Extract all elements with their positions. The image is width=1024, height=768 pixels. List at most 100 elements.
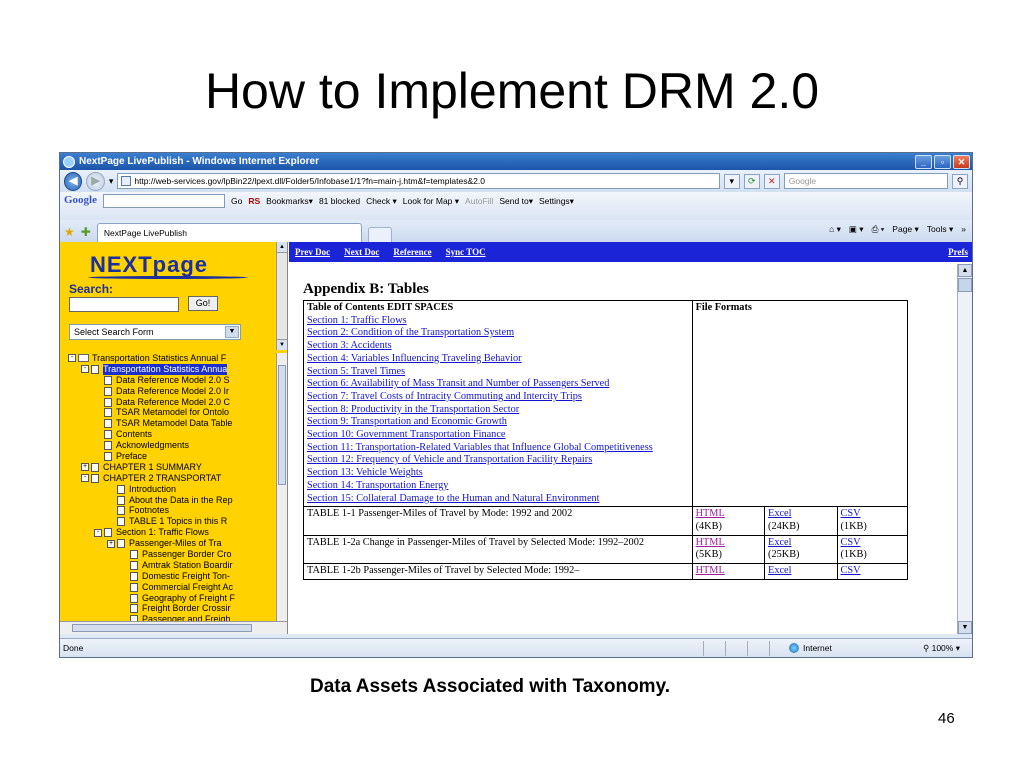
tree-item[interactable]: About the Data in the Rep [60, 495, 276, 506]
html-link[interactable]: HTML [696, 565, 725, 576]
tree-item[interactable]: + CHAPTER 1 SUMMARY [60, 462, 276, 473]
tree-item[interactable]: Preface [60, 451, 276, 462]
doc-vertical-scrollbar[interactable]: ▲ ▼ [957, 264, 972, 634]
html-link[interactable]: HTML [696, 537, 725, 548]
toc-section-link[interactable]: Section 5: Travel Times [307, 366, 405, 377]
page-menu[interactable]: Page ▾ [892, 224, 918, 235]
scroll-up-icon[interactable]: ▲ [277, 242, 287, 253]
collapse-icon[interactable]: - [81, 474, 89, 483]
favorites-star-icon[interactable]: ★ [64, 222, 75, 242]
tree-scroll-thumb[interactable] [278, 365, 286, 485]
toc-section-link[interactable]: Section 12: Frequency of Vehicle and Tra… [307, 454, 592, 465]
collapse-icon[interactable]: - [81, 365, 89, 374]
tree-item[interactable]: Commercial Freight Ac [60, 582, 276, 593]
toc-section-link[interactable]: Section 6: Availability of Mass Transit … [307, 378, 609, 389]
search-icon[interactable]: ⚲ [952, 173, 968, 189]
tree-item[interactable]: - CHAPTER 2 TRANSPORTAT [60, 473, 276, 484]
csv-link[interactable]: CSV [841, 508, 861, 519]
tree-item[interactable]: Passenger Border Cro [60, 549, 276, 560]
tree-item[interactable]: + Passenger-Miles of Tra [60, 538, 276, 549]
google-search-input[interactable] [103, 194, 225, 208]
rs-button[interactable]: RS [248, 194, 260, 208]
csv-link[interactable]: CSV [841, 565, 861, 576]
tree-horizontal-scrollbar[interactable] [60, 621, 287, 634]
toc-section-link[interactable]: Section 1: Traffic Flows [307, 315, 407, 326]
tree-item[interactable]: TABLE 1 Topics in this R [60, 516, 276, 527]
minimize-button[interactable]: _ [915, 154, 932, 169]
toc-section-link[interactable]: Section 7: Travel Costs of Intracity Com… [307, 391, 582, 402]
scroll-down-icon[interactable]: ▼ [277, 339, 287, 350]
zoom-control[interactable]: ⚲ 100% ▾ [923, 643, 960, 654]
tree-item[interactable]: Data Reference Model 2.0 S [60, 375, 276, 386]
collapse-icon[interactable]: - [94, 528, 102, 537]
html-link[interactable]: HTML [696, 508, 725, 519]
forward-button[interactable]: ▶ [86, 171, 105, 191]
toc-section-link[interactable]: Section 2: Condition of the Transportati… [307, 327, 514, 338]
feeds-icon[interactable]: ▣ ▾ [849, 224, 864, 235]
tree-item[interactable]: Data Reference Model 2.0 C [60, 397, 276, 408]
left-search-input[interactable] [69, 297, 179, 312]
toc-section-link[interactable]: Section 9: Transportation and Economic G… [307, 416, 507, 427]
toc-section-link[interactable]: Section 3: Accidents [307, 340, 392, 351]
look-for-map-button[interactable]: Look for Map ▾ [403, 194, 459, 208]
tree-item[interactable]: Footnotes [60, 505, 276, 516]
tree-item[interactable]: Freight Border Crossir [60, 603, 276, 614]
tree-item[interactable]: Contents [60, 429, 276, 440]
toc-section-link[interactable]: Section 4: Variables Influencing Traveli… [307, 353, 522, 364]
tree-item[interactable]: - Transportation Statistics Annua [60, 363, 276, 375]
prefs-link[interactable]: Prefs [948, 247, 968, 257]
tree-item[interactable]: TSAR Metamodel for Ontolo [60, 407, 276, 418]
tree-item[interactable]: Amtrak Station Boardir [60, 560, 276, 571]
tree-item[interactable]: Data Reference Model 2.0 Ir [60, 386, 276, 397]
reference-link[interactable]: Reference [393, 247, 431, 257]
tree-item[interactable]: Domestic Freight Ton- [60, 571, 276, 582]
tree-item[interactable]: TSAR Metamodel Data Table [60, 418, 276, 429]
go-button[interactable]: Go! [188, 296, 218, 311]
expand-icon[interactable]: + [81, 463, 89, 472]
scroll-up-icon[interactable]: ▲ [958, 264, 972, 277]
home-icon[interactable]: ⌂ ▾ [829, 224, 841, 235]
send-to-button[interactable]: Send to▾ [499, 194, 533, 208]
scroll-down-icon[interactable]: ▼ [958, 621, 972, 634]
maximize-button[interactable]: ▫ [934, 154, 951, 169]
expand-icon[interactable]: + [107, 539, 115, 548]
spell-check-button[interactable]: Check ▾ [366, 194, 397, 208]
toc-section-link[interactable]: Section 13: Vehicle Weights [307, 467, 423, 478]
excel-link[interactable]: Excel [768, 508, 791, 519]
toc-section-link[interactable]: Section 10: Government Transportation Fi… [307, 429, 505, 440]
stop-icon[interactable]: ✕ [763, 173, 780, 189]
back-button[interactable]: ◀ [64, 171, 83, 191]
google-go-button[interactable]: Go [231, 194, 242, 208]
tools-menu[interactable]: Tools ▾ [927, 224, 953, 235]
next-doc-link[interactable]: Next Doc [344, 247, 379, 257]
print-icon[interactable]: ⎙ ▾ [872, 224, 885, 235]
excel-link[interactable]: Excel [768, 537, 791, 548]
tree-item[interactable]: Acknowledgments [60, 440, 276, 451]
toc-section-link[interactable]: Section 8: Productivity in the Transport… [307, 404, 519, 415]
tab-nextpage[interactable]: NextPage LivePublish [96, 223, 362, 242]
csv-link[interactable]: CSV [841, 537, 861, 548]
doc-scroll-thumb[interactable] [958, 278, 972, 292]
autofill-button[interactable]: AutoFill [465, 194, 493, 208]
toc-section-link[interactable]: Section 14: Transportation Energy [307, 480, 448, 491]
tree-item[interactable]: - Section 1: Traffic Flows [60, 527, 276, 538]
tree-item[interactable]: Geography of Freight F [60, 593, 276, 604]
add-favorites-icon[interactable]: ✚ [81, 222, 91, 242]
tree-vertical-scrollbar[interactable] [276, 353, 287, 621]
sync-toc-link[interactable]: Sync TOC [446, 247, 486, 257]
chevron-icon[interactable]: » [961, 224, 966, 235]
refresh-icon[interactable]: ⟳ [743, 173, 760, 189]
excel-link[interactable]: Excel [768, 565, 791, 576]
toc-section-link[interactable]: Section 15: Collateral Damage to the Hum… [307, 493, 600, 504]
search-input[interactable]: Google [783, 173, 948, 189]
address-dropdown[interactable]: ▾ [723, 173, 740, 189]
tree-item[interactable]: - Transportation Statistics Annual F [60, 353, 276, 364]
bookmarks-button[interactable]: Bookmarks▾ [266, 194, 313, 208]
settings-button[interactable]: Settings▾ [539, 194, 574, 208]
chevron-down-icon[interactable]: ▼ [225, 326, 239, 338]
new-tab-button[interactable] [367, 227, 392, 242]
toc-section-link[interactable]: Section 11: Transportation-Related Varia… [307, 442, 653, 453]
address-bar[interactable]: http://web-services.gov/lpBin22/lpext.dl… [117, 173, 720, 189]
popup-blocked-button[interactable]: 81 blocked [319, 194, 360, 208]
tree-item[interactable]: Passenger and Freigh [60, 614, 276, 621]
